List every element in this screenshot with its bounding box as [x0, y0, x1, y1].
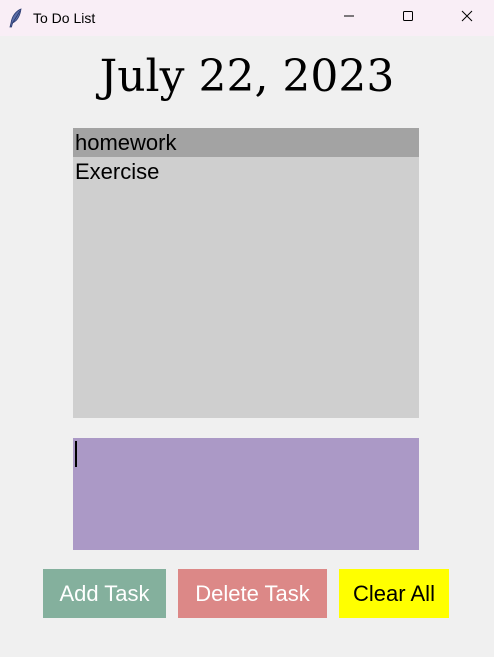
app-window: To Do List July 22, 2023 homework Exerci…	[0, 0, 494, 657]
task-item[interactable]: homework	[73, 128, 419, 157]
task-listbox[interactable]: homework Exercise	[73, 128, 419, 418]
text-cursor	[75, 441, 77, 467]
delete-task-button[interactable]: Delete Task	[178, 569, 327, 618]
clear-all-button[interactable]: Clear All	[339, 569, 449, 618]
date-heading: July 22, 2023	[99, 51, 395, 102]
minimize-button[interactable]	[320, 0, 378, 36]
close-icon	[461, 9, 473, 27]
task-item[interactable]: Exercise	[73, 157, 419, 186]
feather-icon	[9, 8, 23, 28]
task-entry[interactable]	[73, 438, 419, 550]
minimize-icon	[343, 9, 355, 27]
title-bar[interactable]: To Do List	[0, 0, 494, 36]
maximize-button[interactable]	[379, 0, 437, 36]
window-title: To Do List	[33, 10, 96, 26]
maximize-icon	[402, 9, 414, 27]
close-button[interactable]	[438, 0, 494, 36]
add-task-button[interactable]: Add Task	[43, 569, 166, 618]
